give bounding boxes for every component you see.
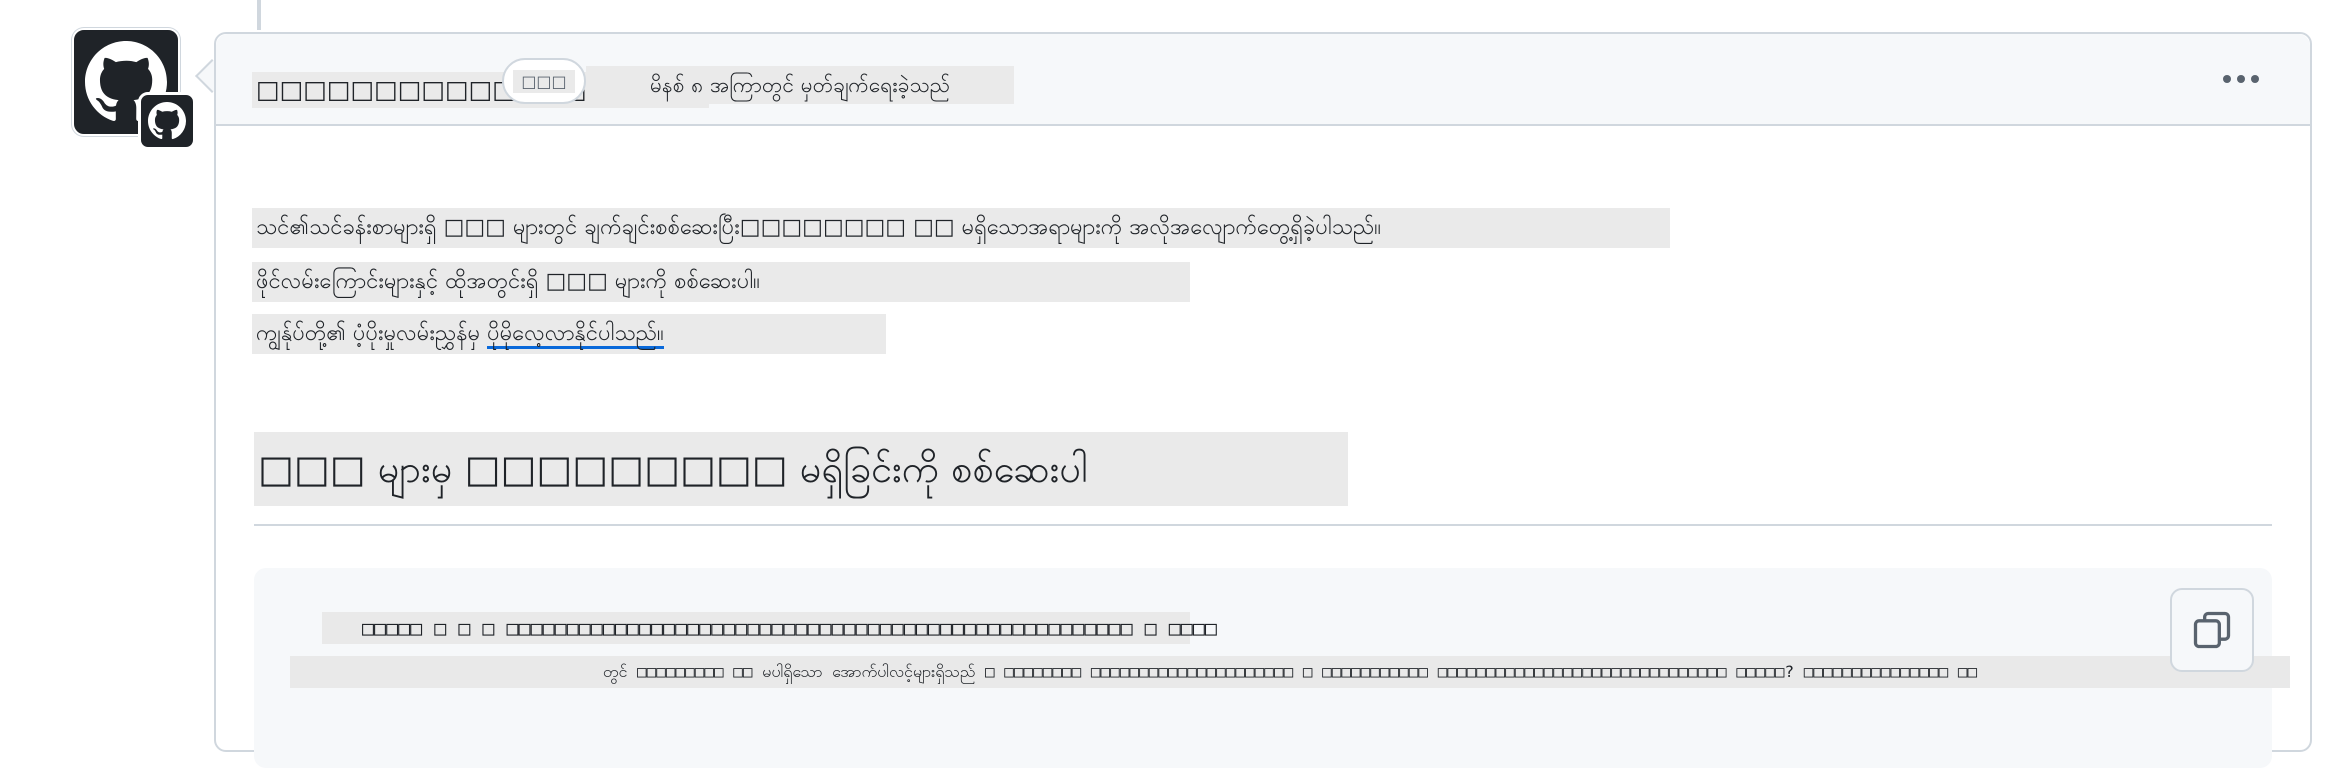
app-badge-icon [138,92,196,150]
code-line-1: □□□□□ □ □ □ □□□□□□□□□□□□□□□□□□□□□□□□□□□□… [322,612,1217,644]
comment-timestamp[interactable]: မိနစ် ၈ အကြာတွင် မှတ်ချက်ရေးခဲ့သည် [586,66,1014,104]
role-badge: □□□ [502,58,586,104]
comment-header: □□□□□□□□□□□□□□□□□□□ □□□ မိနစ် ၈ အကြာတွင်… [216,34,2310,126]
body-paragraph-3: ကျွန်ုပ်တို့၏ ပံ့ပိုးမှုလမ်းညွှန်မှ ပိုမ… [252,314,886,354]
support-guide-link[interactable]: ပိုမိုလေ့လာနိုင်ပါသည်။ [487,321,664,349]
section-heading: □□□ များမှ □□□□□□□□□ မရှိခြင်းကို စစ်ဆေး… [254,432,1348,506]
issue-comment: □□□□□□□□□□□□□□□□□□□ □□□ မိနစ် ၈ အကြာတွင်… [214,32,2312,768]
author-avatar[interactable] [72,28,196,150]
body-paragraph-3-text: ကျွန်ုပ်တို့၏ ပံ့ပိုးမှုလမ်းညွှန်မှ [256,321,488,346]
code-line-2: တွင် □□□□□□□□□ □□ မပါရှိသော အောက်ပါလင့်မ… [290,656,2290,688]
timeline-connector [257,0,261,30]
kebab-dot-icon [2237,75,2245,83]
role-badge-label: □□□ [513,69,575,93]
copy-button[interactable] [2170,588,2254,672]
body-paragraph-1: သင်၏သင်ခန်းစာများရှိ □□□ များတွင် ချက်ချ… [252,208,1670,248]
more-options-button[interactable] [2216,64,2266,94]
code-block: □□□□□ □ □ □ □□□□□□□□□□□□□□□□□□□□□□□□□□□□… [254,568,2290,768]
kebab-dot-icon [2251,75,2259,83]
heading-divider [254,524,2272,526]
body-paragraph-2: ဖိုင်လမ်းကြောင်းများနှင့် ထိုအတွင်းရှိ □… [252,262,1190,302]
copy-icon [2193,611,2231,649]
kebab-dot-icon [2223,75,2231,83]
